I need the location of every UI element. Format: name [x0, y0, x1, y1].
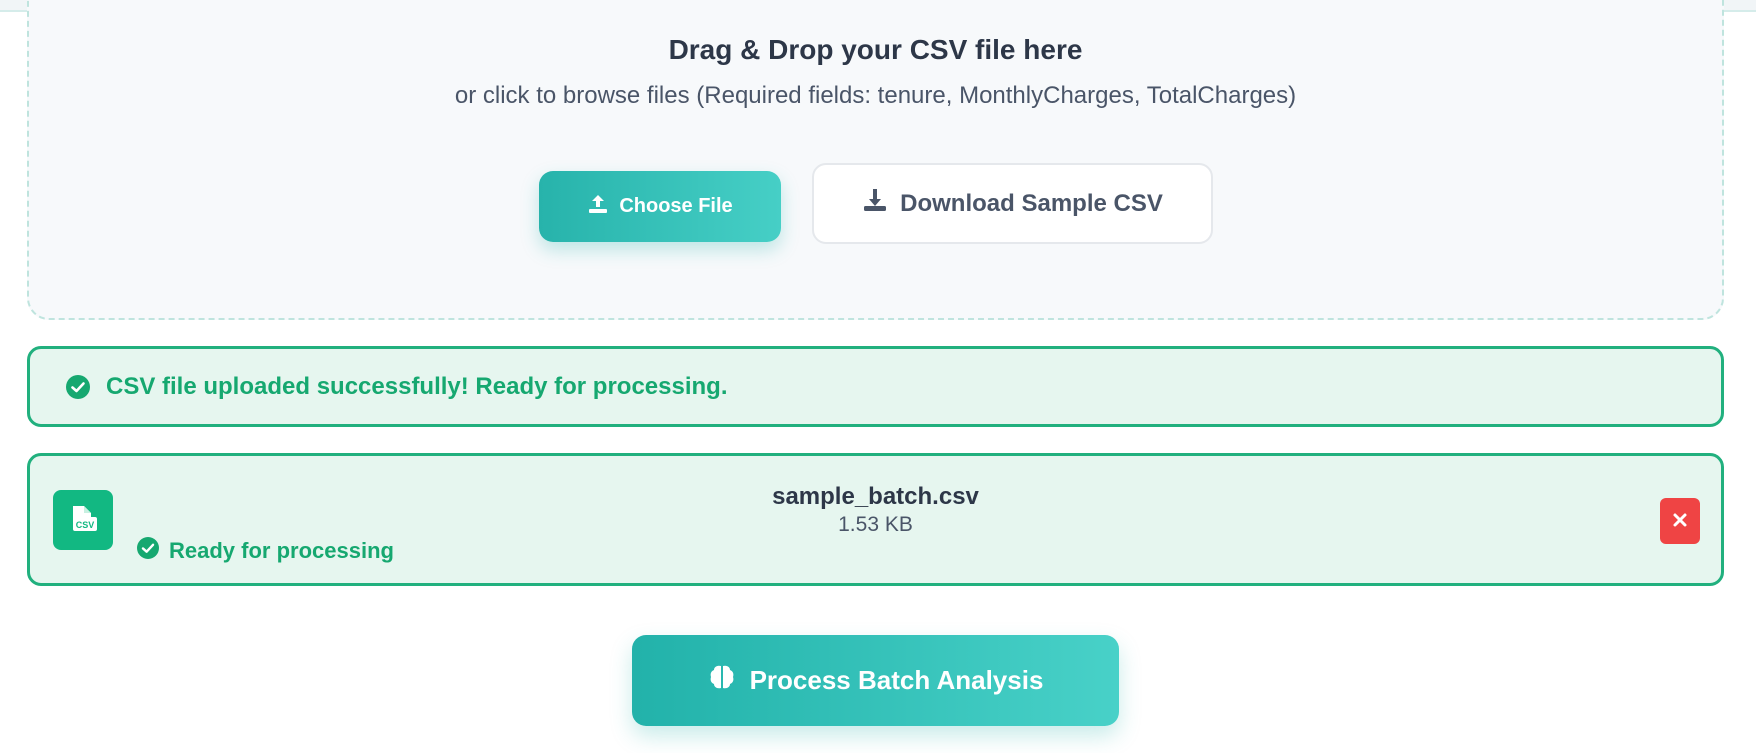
- process-batch-analysis-button[interactable]: Process Batch Analysis: [632, 635, 1119, 726]
- file-size: 1.53 KB: [838, 513, 913, 536]
- download-icon: [862, 187, 888, 220]
- csv-dropzone[interactable]: Drag & Drop your CSV file here or click …: [27, 0, 1724, 320]
- download-sample-csv-button[interactable]: Download Sample CSV: [812, 163, 1213, 244]
- file-status-text: Ready for processing: [169, 537, 394, 563]
- file-status: Ready for processing: [137, 537, 394, 564]
- alert-message: CSV file uploaded successfully! Ready fo…: [106, 372, 728, 400]
- remove-file-button[interactable]: [1660, 498, 1700, 544]
- choose-file-label: Choose File: [619, 195, 733, 217]
- brain-icon: [708, 663, 736, 698]
- file-name: sample_batch.csv: [772, 483, 979, 510]
- dropzone-title: Drag & Drop your CSV file here: [668, 34, 1083, 65]
- uploaded-file-card: CSV sample_batch.csv 1.53 KB Ready for p…: [27, 453, 1724, 586]
- close-icon: [1672, 512, 1688, 531]
- choose-file-button[interactable]: Choose File: [539, 171, 781, 242]
- upload-success-alert: CSV file uploaded successfully! Ready fo…: [27, 346, 1724, 427]
- download-sample-label: Download Sample CSV: [900, 189, 1163, 217]
- check-circle-icon: [66, 374, 90, 399]
- dropzone-subtitle: or click to browse files (Required field…: [454, 82, 1297, 109]
- process-button-label: Process Batch Analysis: [749, 665, 1044, 695]
- check-circle-icon: [137, 537, 159, 564]
- upload-icon: [587, 193, 609, 221]
